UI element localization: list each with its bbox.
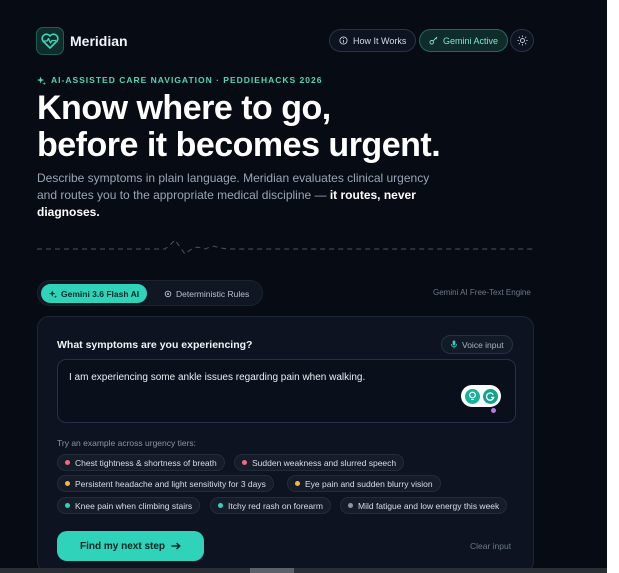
how-it-works-button[interactable]: How It Works: [329, 29, 417, 52]
lightbulb-icon: [464, 388, 480, 404]
example-chip[interactable]: Mild fatigue and low energy this week: [340, 497, 508, 514]
mode-deterministic-button[interactable]: Deterministic Rules: [156, 284, 257, 303]
eyebrow: AI-ASSISTED CARE NAVIGATION · PEDDIEHACK…: [37, 75, 322, 85]
example-chip[interactable]: Eye pain and sudden blurry vision: [287, 475, 441, 492]
info-icon: [339, 36, 348, 45]
window-edge: [607, 0, 619, 573]
example-chip-label: Persistent headache and light sensitivit…: [75, 478, 266, 489]
sparkle-icon: [37, 75, 46, 85]
example-chip[interactable]: Knee pain when climbing stairs: [57, 497, 201, 514]
urgency-dot: [295, 481, 300, 486]
writing-assistant-widget[interactable]: [461, 385, 501, 407]
page: Meridian How It Works Gemini Active AI-A…: [0, 0, 607, 573]
example-chip-label: Itchy red rash on forearm: [228, 500, 323, 511]
page-title: Know where to go, before it becomes urge…: [37, 89, 441, 164]
voice-input-button[interactable]: Voice input: [441, 335, 513, 354]
example-chip[interactable]: Itchy red rash on forearm: [210, 497, 331, 514]
key-icon: [429, 36, 438, 45]
example-chip[interactable]: Persistent headache and light sensitivit…: [57, 475, 274, 492]
mode-gemini-button[interactable]: Gemini 3.6 Flash AI: [41, 284, 148, 303]
example-chip[interactable]: Sudden weakness and slurred speech: [234, 454, 405, 471]
microphone-icon: [450, 340, 458, 349]
grammarly-icon: [482, 388, 498, 404]
examples-label: Try an example across urgency tiers:: [57, 438, 197, 448]
theme-toggle-button[interactable]: [510, 29, 534, 52]
example-chip-label: Mild fatigue and low energy this week: [358, 500, 500, 511]
symptom-card: What symptoms are you experiencing? Voic…: [37, 316, 534, 573]
pulse-line-divider: [37, 239, 533, 255]
how-it-works-label: How It Works: [353, 35, 407, 46]
example-chip-label: Chest tightness & shortness of breath: [75, 457, 217, 468]
lead-paragraph: Describe symptoms in plain language. Mer…: [37, 170, 437, 221]
urgency-dot: [242, 460, 247, 465]
horizontal-scrollbar[interactable]: [0, 568, 607, 573]
symptom-question: What symptoms are you experiencing?: [57, 339, 253, 351]
find-next-step-button[interactable]: Find my next step: [57, 531, 204, 561]
find-next-step-label: Find my next step: [79, 540, 165, 552]
sun-icon: [516, 35, 528, 46]
heart-pulse-icon: [41, 33, 59, 49]
gear-icon: [164, 290, 172, 297]
brand-name: Meridian: [70, 33, 128, 49]
engine-label: Gemini AI Free-Text Engine: [433, 288, 531, 297]
urgency-dot: [65, 460, 70, 465]
voice-input-label: Voice input: [462, 339, 504, 350]
arrow-right-icon: [171, 542, 181, 550]
gemini-active-button[interactable]: Gemini Active: [419, 29, 509, 52]
gemini-active-label: Gemini Active: [443, 35, 499, 46]
urgency-dot: [65, 503, 70, 508]
urgency-dot: [218, 503, 223, 508]
mode-gemini-label: Gemini 3.6 Flash AI: [61, 288, 140, 299]
example-chip[interactable]: Chest tightness & shortness of breath: [57, 454, 225, 471]
example-chip-label: Sudden weakness and slurred speech: [252, 457, 397, 468]
urgency-dot: [348, 503, 353, 508]
eyebrow-text: AI-ASSISTED CARE NAVIGATION · PEDDIEHACK…: [51, 75, 323, 85]
logo[interactable]: [36, 27, 64, 55]
example-chip-label: Knee pain when climbing stairs: [75, 500, 193, 511]
headline-line-2: before it becomes urgent.: [37, 126, 441, 164]
mode-toggle: Gemini 3.6 Flash AI Deterministic Rules: [37, 280, 263, 306]
symptom-input[interactable]: I am experiencing some ankle issues rega…: [57, 359, 516, 423]
example-chip-label: Eye pain and sudden blurry vision: [305, 478, 433, 489]
mode-deterministic-label: Deterministic Rules: [176, 288, 250, 299]
sparkle-icon: [49, 289, 57, 298]
urgency-dot: [65, 481, 70, 486]
clear-input-button[interactable]: Clear input: [470, 541, 511, 551]
headline-line-1: Know where to go,: [37, 89, 331, 127]
symptom-input-value: I am experiencing some ankle issues rega…: [69, 372, 366, 383]
assistant-status-dot: [491, 408, 496, 413]
scrollbar-thumb[interactable]: [250, 568, 294, 573]
